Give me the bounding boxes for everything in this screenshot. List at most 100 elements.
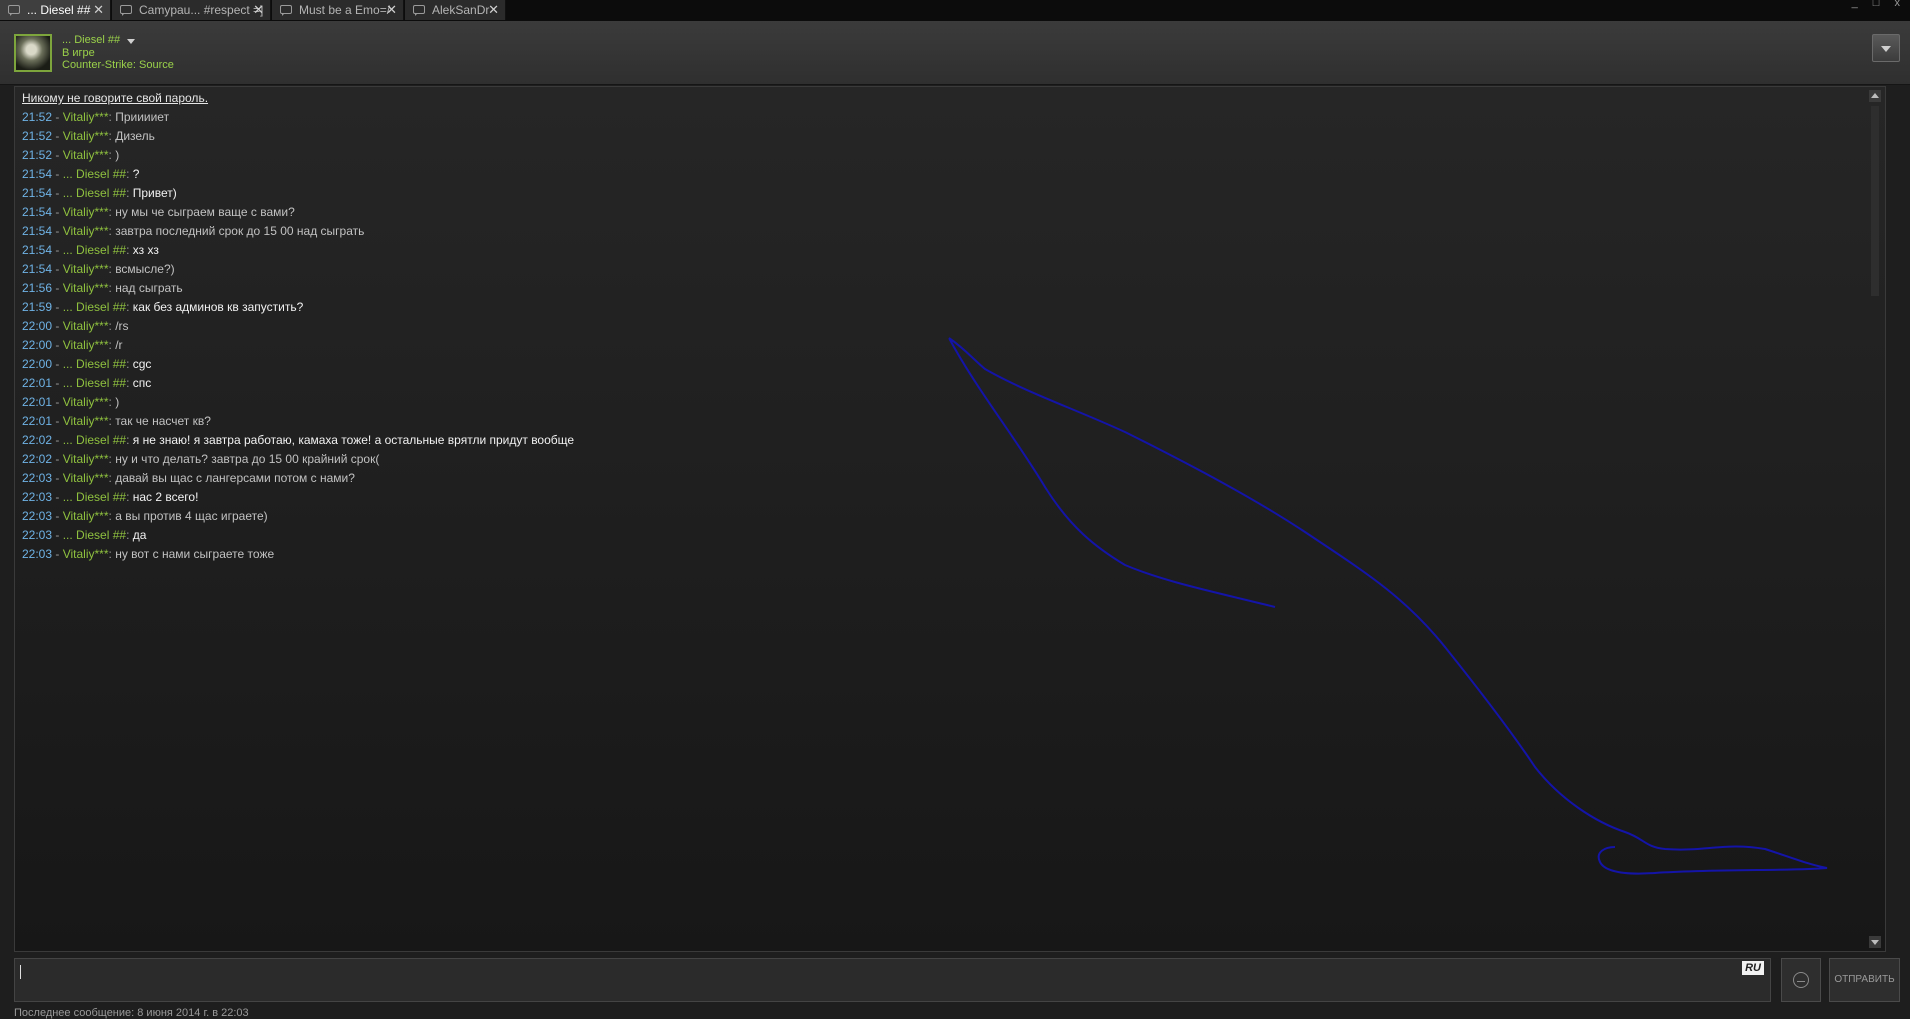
scroll-down-icon[interactable] [1869,936,1881,948]
message-text: да [132,528,147,542]
chat-message: 22:02 - ... Diesel ##: я не знаю! я завт… [22,431,574,450]
scribble-stroke [948,337,1828,875]
message-time: 21:59 [22,300,53,314]
message-separator: - [52,205,63,219]
message-text: спс [132,376,152,390]
message-text: над сыграть [115,281,183,295]
close-icon[interactable]: ✕ [488,0,499,20]
message-text: Дизель [115,129,155,143]
tab-chat-camypau[interactable]: Camypau... #respect =] ✕ [112,0,271,20]
friend-status: В игре [62,47,95,59]
message-text: давай вы щас с лангерсами потом с нами? [115,471,355,485]
message-separator: - [52,528,63,542]
chat-message: 22:03 - ... Diesel ##: нас 2 всего! [22,488,574,507]
message-sender: Vitaliy*** [62,338,109,352]
send-button[interactable]: ОТПРАВИТЬ [1829,958,1900,1002]
chevron-down-icon [1881,46,1891,52]
message-sender: Vitaliy*** [62,205,109,219]
message-sender: Vitaliy*** [62,547,109,561]
message-separator: - [52,509,63,523]
message-sender: Vitaliy*** [62,224,109,238]
last-message-info: Последнее сообщение: 8 июня 2014 г. в 22… [14,1007,249,1019]
message-separator: - [52,471,63,485]
message-text: ну и что делать? завтра до 15 00 крайний… [115,452,380,466]
message-separator: - [52,338,63,352]
message-time: 22:01 [22,376,53,390]
message-sender: Vitaliy*** [62,509,109,523]
close-icon[interactable]: ✕ [386,0,397,20]
chat-message: 22:01 - Vitaliy***: так че насчет кв? [22,412,574,431]
message-text: завтра последний срок до 15 00 над сыгра… [115,224,365,238]
chevron-down-icon[interactable] [127,39,135,44]
message-separator: - [52,414,63,428]
message-time: 21:54 [22,167,53,181]
tab-chat-diesel[interactable]: ... Diesel ## ✕ [0,0,111,20]
message-sender: Vitaliy*** [62,395,109,409]
message-sender: Vitaliy*** [62,414,109,428]
chat-message: 21:54 - ... Diesel ##: ? [22,165,574,184]
chat-message: 21:52 - Vitaliy***: Прииииет [22,108,574,127]
message-colon: : [126,376,133,390]
close-icon[interactable]: ✕ [253,0,264,20]
message-text: ) [115,148,120,162]
message-text: нас 2 всего! [132,490,199,504]
tab-chat-aleksandr[interactable]: AlekSanDr ✕ [405,0,506,20]
message-separator: - [52,490,63,504]
close-icon[interactable]: ✕ [93,0,104,20]
scroll-thumb[interactable] [1871,106,1879,296]
chat-message: 21:56 - Vitaliy***: над сыграть [22,279,574,298]
message-time: 21:52 [22,129,53,143]
message-text: ну вот с нами сыграете тоже [115,547,275,561]
message-text: я не знаю! я завтра работаю, камаха тоже… [132,433,575,447]
chat-icon [280,5,292,16]
message-sender: ... Diesel ## [62,357,127,371]
message-time: 22:00 [22,338,53,352]
message-time: 21:56 [22,281,53,295]
password-warning: Никому не говорите свой пароль. [22,91,209,105]
message-colon: : [126,243,133,257]
message-text: /rs [115,319,129,333]
message-time: 22:01 [22,414,53,428]
message-text: /r [115,338,123,352]
message-time: 22:03 [22,471,53,485]
message-sender: Vitaliy*** [62,452,109,466]
options-dropdown-button[interactable] [1872,34,1900,62]
window-controls[interactable]: _ □ x [1852,0,1906,9]
message-text: ? [132,167,140,181]
tab-chat-emo[interactable]: Must be a Emo=/ ✕ [272,0,404,20]
message-colon: : [126,357,133,371]
chat-message: 22:03 - Vitaliy***: а вы против 4 щас иг… [22,507,574,526]
chat-icon [413,5,425,16]
chat-scrollbar[interactable] [1869,90,1881,948]
message-separator: - [52,262,63,276]
message-time: 22:02 [22,433,53,447]
message-colon: : [126,433,133,447]
message-time: 21:52 [22,110,53,124]
emoticon-icon [1793,972,1809,988]
message-sender: ... Diesel ## [62,376,127,390]
message-sender: Vitaliy*** [62,281,109,295]
chat-message: 22:03 - Vitaliy***: ну вот с нами сыграе… [22,545,574,564]
message-input[interactable]: RU [14,958,1771,1002]
message-colon: : [126,167,133,181]
message-time: 22:03 [22,528,53,542]
chat-message: 21:54 - ... Diesel ##: хз хз [22,241,574,260]
message-separator: - [52,243,63,257]
avatar[interactable] [14,34,52,72]
message-separator: - [52,186,63,200]
chat-message: 22:00 - ... Diesel ##: cgc [22,355,574,374]
tab-label: AlekSanDr [432,3,490,17]
scroll-up-icon[interactable] [1869,90,1881,102]
tab-label: Camypau... #respect =] [139,3,264,17]
message-sender: Vitaliy*** [62,471,109,485]
message-sender: ... Diesel ## [62,528,127,542]
friend-name[interactable]: ... Diesel ## [62,34,120,46]
message-separator: - [52,148,63,162]
emoticon-button[interactable] [1781,958,1821,1002]
friend-game: Counter-Strike: Source [62,59,174,71]
message-time: 22:03 [22,547,53,561]
message-separator: - [52,547,63,561]
tab-bar: ... Diesel ## ✕ Camypau... #respect =] ✕… [0,0,1910,21]
message-time: 22:00 [22,357,53,371]
message-sender: Vitaliy*** [62,129,109,143]
